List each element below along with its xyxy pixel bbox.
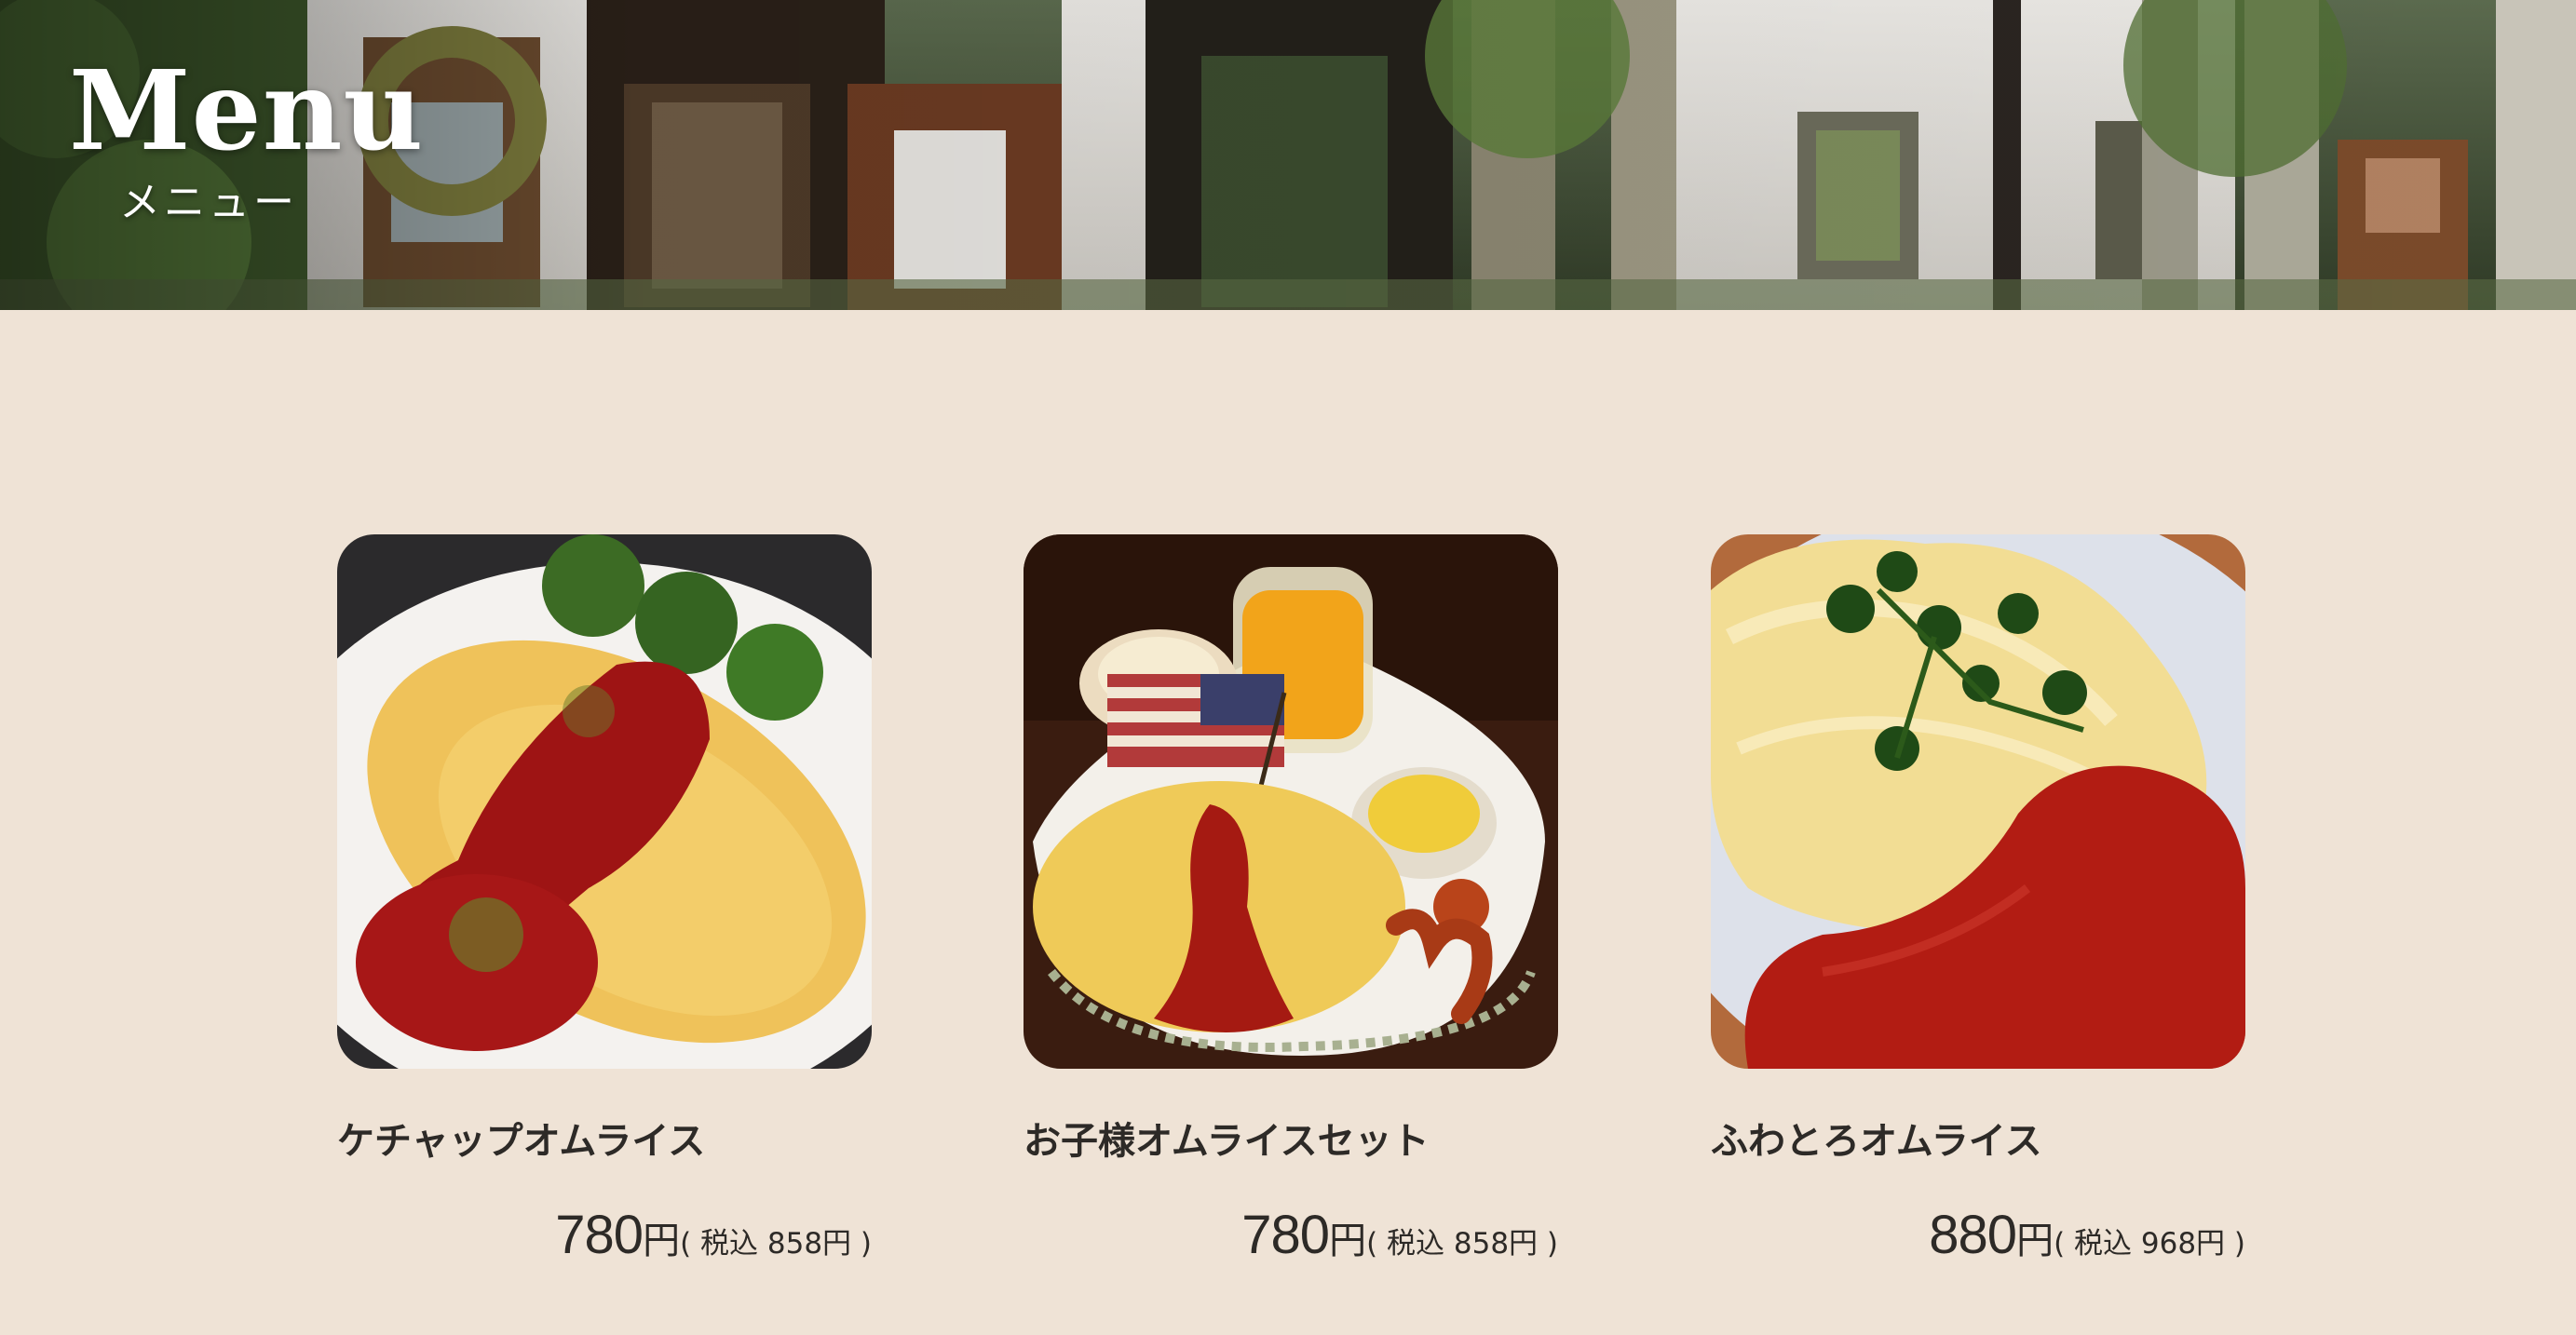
menu-item-ketchup-omurice[interactable]: ケチャップオムライス 780円( 税込 858円 ) [337,534,872,1262]
menu-item-name: お子様オムライスセット [1024,1120,1430,1163]
price-currency: 円 [643,1220,681,1262]
ketchup-omurice-photo[interactable] [337,534,872,1069]
page-title: Menu [69,46,425,175]
menu-item-fluffy-omurice[interactable]: ふわとろオムライス 880円( 税込 968円 ) [1711,534,2245,1262]
price: 780円( 税込 858円 ) [1241,1208,1558,1262]
page-subtitle: メニュー [119,179,298,226]
price: 780円( 税込 858円 ) [555,1208,872,1262]
fluffy-omurice-photo[interactable] [1711,534,2245,1069]
price-value: 780 [1241,1205,1330,1265]
price: 880円( 税込 968円 ) [1929,1208,2245,1262]
menu-item-name: ふわとろオムライス [1711,1120,2042,1163]
price-currency: 円 [1329,1220,1367,1262]
price-currency: 円 [2016,1220,2054,1262]
price-tax-included: ( 税込 858円 ) [680,1227,872,1261]
price-tax-included: ( 税込 968円 ) [2054,1227,2245,1261]
price-value: 880 [1929,1205,2017,1265]
menu-item-kids-omurice-set[interactable]: お子様オムライスセット 780円( 税込 858円 ) [1024,534,1558,1262]
price-tax-included: ( 税込 858円 ) [1366,1227,1558,1261]
hero-banner: Menu メニュー [0,0,2576,310]
kids-omurice-set-photo[interactable] [1024,534,1558,1069]
menu-item-name: ケチャップオムライス [337,1120,706,1163]
price-value: 780 [555,1205,644,1265]
